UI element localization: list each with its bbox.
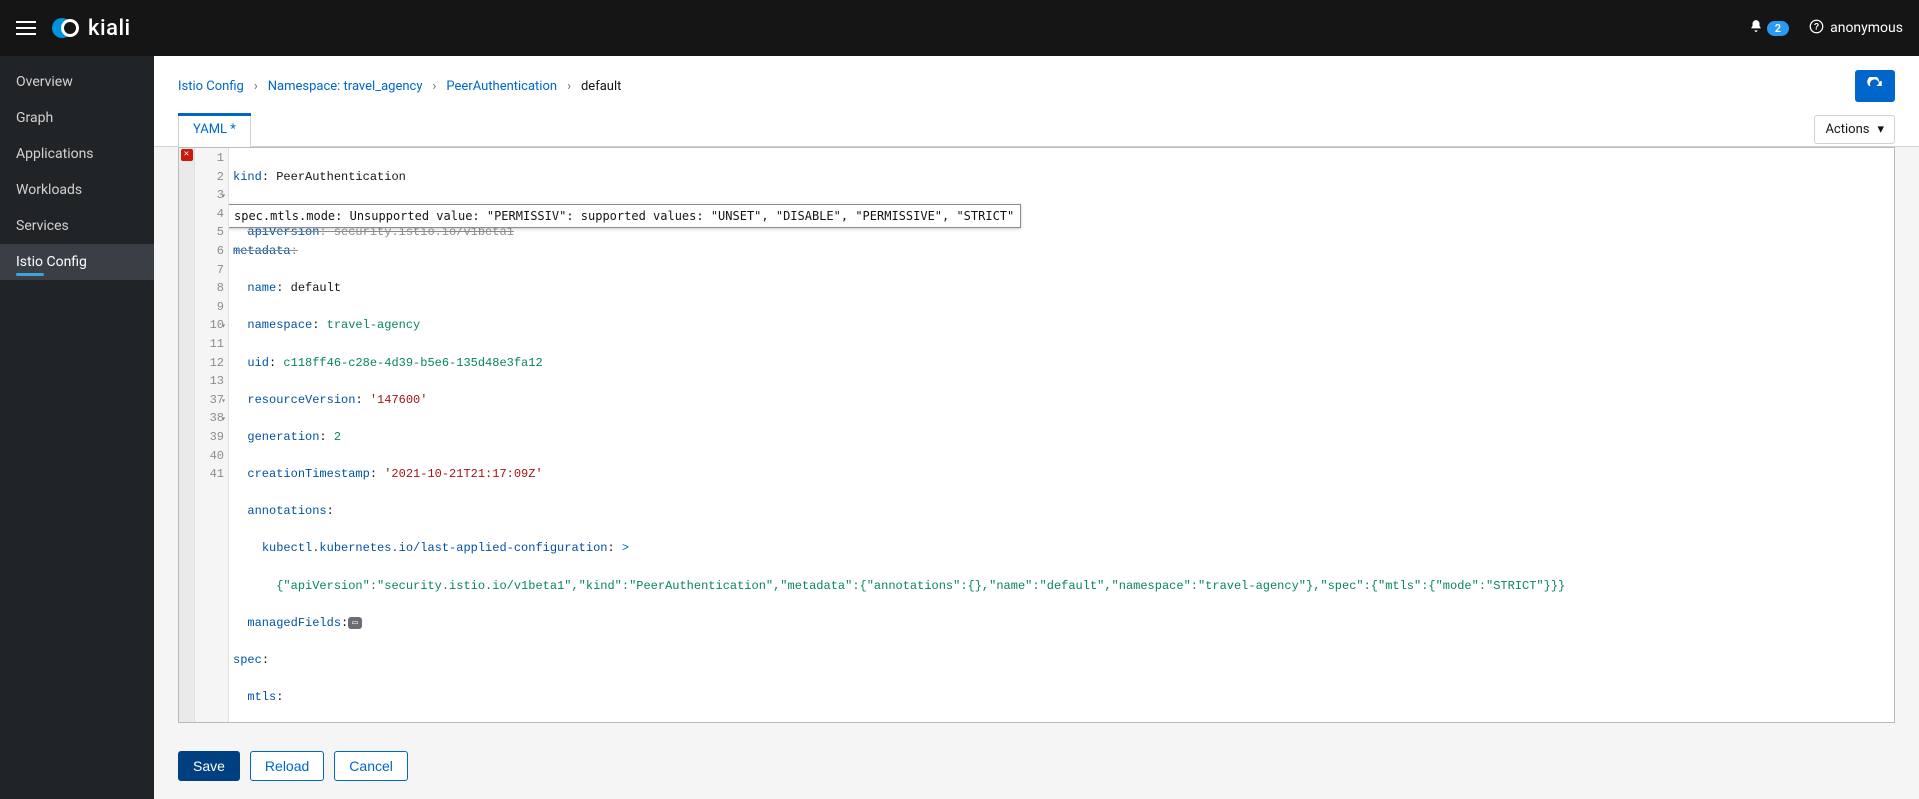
- sidebar-item-workloads[interactable]: Workloads: [0, 172, 154, 208]
- tab-yaml[interactable]: YAML *: [178, 113, 251, 147]
- breadcrumb-namespace[interactable]: Namespace: travel_agency: [268, 79, 423, 94]
- topbar-right: 2 ? anonymous: [1749, 19, 1903, 38]
- bell-icon: [1749, 19, 1763, 37]
- actions-label: Actions: [1825, 122, 1869, 137]
- save-button[interactable]: Save: [178, 751, 240, 781]
- caret-down-icon: ▾: [1877, 122, 1884, 137]
- sidebar-item-services[interactable]: Services: [0, 208, 154, 244]
- sidebar-item-graph[interactable]: Graph: [0, 100, 154, 136]
- error-gutter: ✕: [179, 148, 195, 722]
- topbar: kiali 2 ? anonymous: [0, 0, 1919, 56]
- main-content: Istio Config › Namespace: travel_agency …: [154, 56, 1919, 799]
- sidebar-item-applications[interactable]: Applications: [0, 136, 154, 172]
- notifications-badge: 2: [1767, 21, 1789, 36]
- validation-tooltip: spec.mtls.mode: Unsupported value: "PERM…: [229, 204, 1021, 229]
- line-number-gutter: 123▾45678910▾11121337▾38▾394041: [195, 148, 229, 722]
- button-row: Save Reload Cancel: [154, 739, 1919, 799]
- breadcrumb-type[interactable]: PeerAuthentication: [446, 79, 557, 94]
- reload-button[interactable]: Reload: [250, 751, 324, 781]
- notifications-button[interactable]: 2: [1749, 19, 1789, 37]
- hamburger-menu[interactable]: [16, 21, 36, 35]
- sidebar: Overview Graph Applications Workloads Se…: [0, 56, 154, 799]
- cancel-button[interactable]: Cancel: [334, 751, 408, 781]
- sidebar-item-istio-config[interactable]: Istio Config: [0, 244, 154, 280]
- breadcrumb: Istio Config › Namespace: travel_agency …: [178, 79, 621, 94]
- chevron-right-icon: ›: [432, 79, 436, 94]
- svg-text:?: ?: [1814, 21, 1819, 31]
- topbar-left: kiali: [16, 14, 131, 42]
- refresh-button[interactable]: [1855, 70, 1895, 102]
- help-icon: ?: [1809, 19, 1824, 38]
- brand-logo[interactable]: kiali: [52, 14, 131, 42]
- actions-dropdown[interactable]: Actions ▾: [1814, 115, 1895, 144]
- brand-text: kiali: [88, 16, 131, 41]
- user-label: anonymous: [1830, 20, 1903, 36]
- breadcrumb-current: default: [581, 79, 621, 94]
- kiali-logo-icon: [52, 14, 80, 42]
- refresh-icon: [1866, 77, 1884, 95]
- sidebar-item-overview[interactable]: Overview: [0, 64, 154, 100]
- error-icon[interactable]: ✕: [181, 149, 193, 161]
- user-menu[interactable]: ? anonymous: [1809, 19, 1903, 38]
- breadcrumb-istio-config[interactable]: Istio Config: [178, 79, 244, 94]
- chevron-right-icon: ›: [254, 79, 258, 94]
- chevron-right-icon: ›: [567, 79, 571, 94]
- yaml-editor[interactable]: ✕ 123▾45678910▾11121337▾38▾394041 kind: …: [178, 147, 1895, 723]
- fold-badge[interactable]: ▭: [348, 617, 361, 629]
- code-area[interactable]: kind: PeerAuthentication apiVersion: sec…: [229, 148, 1894, 722]
